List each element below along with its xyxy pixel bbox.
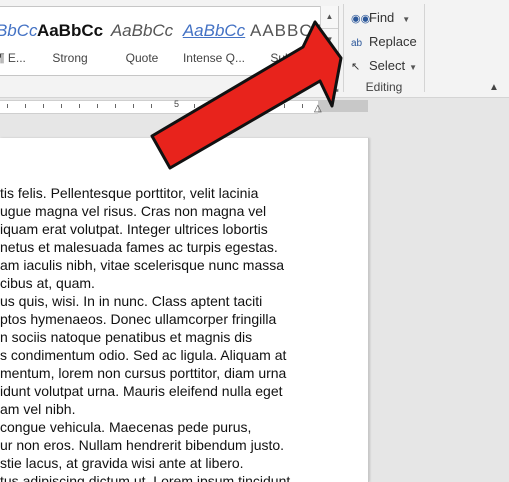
scroll-up-icon[interactable]: ▲ <box>321 6 338 29</box>
styles-gallery: aBbCc ¶ E... AaBbCc Strong AaBbCc Quote … <box>0 6 339 76</box>
ruler-tick <box>25 104 26 108</box>
document-body[interactable]: tis felis. Pellentesque porttitor, velit… <box>0 184 302 482</box>
group-divider <box>343 4 344 92</box>
style-label: Intense Q... <box>182 51 246 65</box>
document-page[interactable]: tis felis. Pellentesque porttitor, velit… <box>0 138 369 482</box>
horizontal-ruler: 5 6 △ <box>0 98 368 114</box>
style-label: Strong <box>52 51 88 65</box>
chevron-down-icon: ▼ <box>402 15 411 24</box>
style-label: Quote <box>125 51 159 65</box>
ruler-tick <box>133 104 134 108</box>
ruler-tick <box>284 104 285 108</box>
chevron-down-icon: ▼ <box>409 63 418 72</box>
document-line: n sociis natoque penatibus et magnis dis <box>0 329 253 345</box>
document-line: congue vehicula. Maecenas pede purus, <box>0 419 252 435</box>
style-quote[interactable]: AaBbCc Quote <box>106 7 178 75</box>
style-sample: AABBCC <box>250 21 326 40</box>
dialog-launcher-icon[interactable]: ⬊ <box>332 84 340 95</box>
document-line: s condimentum odio. Sed ac ligula. Aliqu… <box>0 347 287 363</box>
ruler-tick <box>43 104 44 108</box>
document-line: ptos hymenaeos. Donec ullamcorper fringi… <box>0 311 277 327</box>
editing-group: ◉◉Find ▼ ab Replace ↖ Select ▼ Editing <box>345 4 425 94</box>
style-sample: AaBbCc <box>110 21 174 40</box>
document-line: cibus at, quam. <box>0 275 95 291</box>
replace-icon: ab <box>351 38 363 49</box>
document-line: am iaculis nibh, vitae scelerisque nunc … <box>0 257 285 273</box>
ruler-tick <box>302 104 303 108</box>
gallery-scrollbar[interactable]: ▲ ▼ ▼ <box>320 6 338 74</box>
ruler-tick <box>212 104 213 108</box>
find-label: Find <box>369 10 395 25</box>
right-indent-marker[interactable]: △ <box>314 103 322 114</box>
document-line: mentum, lorem non cursus porttitor, diam… <box>0 365 287 381</box>
select-label: Select <box>369 58 406 73</box>
collapse-ribbon-icon[interactable]: ▲ <box>489 82 499 93</box>
document-line: idunt volutpat urna. Mauris eleifend nul… <box>0 383 283 399</box>
editing-group-label: Editing <box>365 80 403 94</box>
binoculars-icon: ◉◉ <box>351 13 371 25</box>
document-line: ugue magna vel risus. Cras non magna vel <box>0 203 267 219</box>
ruler-margin-area <box>318 100 368 112</box>
style-subtitle[interactable]: AABBCC Sub... <box>250 7 326 75</box>
more-styles-icon[interactable]: ▼ <box>321 52 338 74</box>
ruler-tick <box>61 104 62 108</box>
group-divider <box>424 4 425 92</box>
document-line: stie lacus, at gravida wisi ante at libe… <box>0 455 244 471</box>
style-strong[interactable]: AaBbCc Strong <box>34 7 106 75</box>
ribbon: aBbCc ¶ E... AaBbCc Strong AaBbCc Quote … <box>0 0 509 98</box>
select-button[interactable]: ↖ Select ▼ <box>351 56 417 76</box>
ruler-tick <box>97 104 98 108</box>
style-sample: AaBbCc <box>36 21 104 40</box>
ruler-number: 5 <box>174 99 180 109</box>
ruler-tick <box>266 104 267 108</box>
document-line: iquam erat volutpat. Integer ultrices lo… <box>0 221 268 237</box>
cursor-icon: ↖ <box>351 61 361 73</box>
replace-label: Replace <box>369 34 417 49</box>
replace-button[interactable]: ab Replace <box>351 32 417 52</box>
style-label: Sub... <box>270 51 302 65</box>
ruler-tick <box>79 104 80 108</box>
ruler-number: 6 <box>246 99 252 109</box>
document-line: tis felis. Pellentesque porttitor, velit… <box>0 185 259 201</box>
document-line: am vel nibh. <box>0 401 76 417</box>
document-line: tus adipiscing dictum ut. Lorem ipsum ti… <box>0 473 302 482</box>
ruler-text-area <box>0 100 318 114</box>
scroll-down-icon[interactable]: ▼ <box>321 29 338 52</box>
document-line: netus et malesuada fames ac turpis egest… <box>0 239 278 255</box>
ruler-tick <box>151 104 152 108</box>
document-line: us quis, wisi. In in nunc. Class aptent … <box>0 293 263 309</box>
find-button[interactable]: ◉◉Find ▼ <box>351 8 410 28</box>
ruler-tick <box>115 104 116 108</box>
ruler-tick <box>7 104 8 108</box>
ruler-tick <box>230 104 231 108</box>
style-intense-quote[interactable]: AaBbCc Intense Q... <box>178 7 250 75</box>
document-line: ur non eros. Nullam hendrerit bibendum j… <box>0 437 285 453</box>
style-sample: AaBbCc <box>182 21 246 40</box>
ruler-tick <box>194 104 195 108</box>
